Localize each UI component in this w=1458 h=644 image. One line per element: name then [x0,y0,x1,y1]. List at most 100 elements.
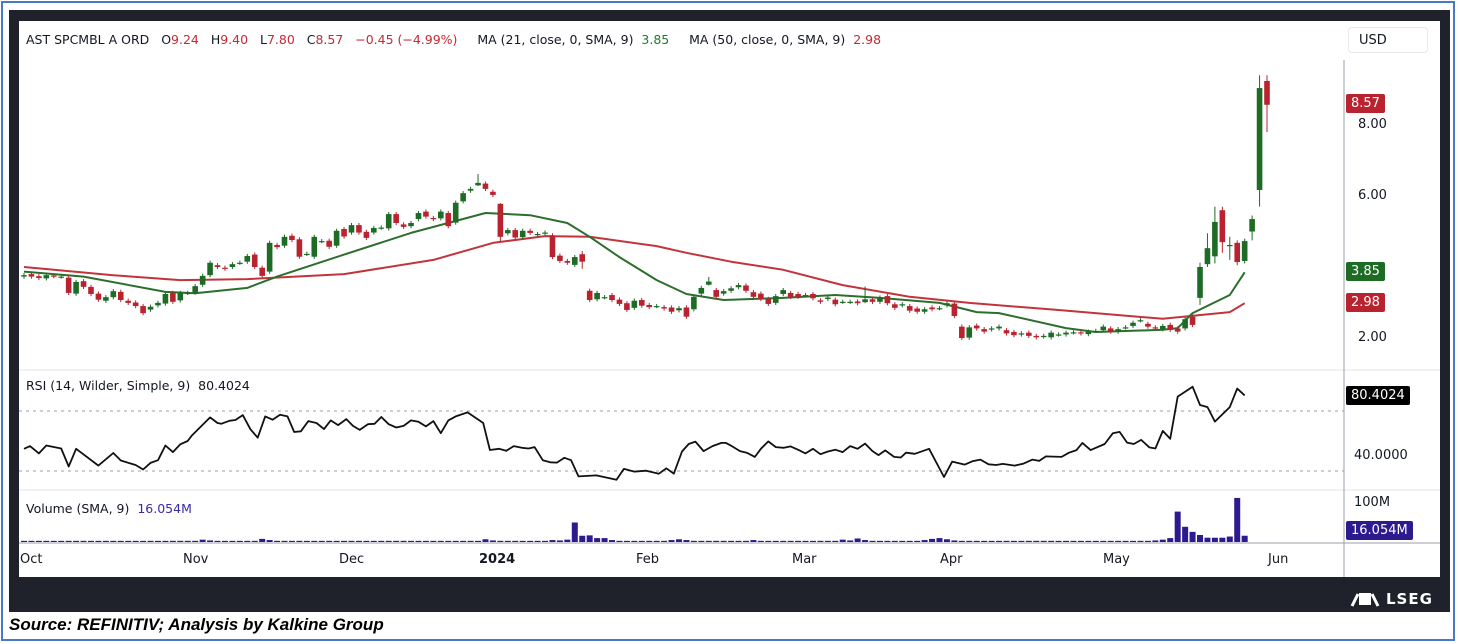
time-label-mar: Mar [792,552,817,567]
volume-bar [958,540,965,542]
ma50-value: 2.98 [853,32,882,47]
candle [318,238,325,244]
candle [356,222,362,235]
candle-body [1189,316,1196,325]
volume-bar [906,540,913,542]
ma50-label[interactable]: MA (50, close, 0, SMA, 9) [689,32,845,47]
volume-label[interactable]: Volume (SMA, 9) [26,501,129,516]
candle-body [423,211,429,217]
candle-body [274,244,280,248]
candle [363,229,370,241]
volume-bar [1167,538,1174,542]
candle-body [400,224,407,227]
candle-body [802,295,809,297]
candle [631,298,638,310]
volume-bar [467,540,474,542]
candle-body [1167,324,1174,330]
candle [854,299,861,306]
candle-body [378,227,385,229]
candle-body [810,293,816,299]
candle-body [28,274,35,277]
volume-bar [1010,540,1017,542]
candle [117,289,124,303]
volume-bar [244,540,251,542]
candle [780,287,786,297]
candle [281,234,288,248]
candle [80,279,87,290]
candle-body [847,301,853,303]
chart-canvas[interactable] [0,0,1458,644]
volume-bar [809,540,816,542]
ma21-label[interactable]: MA (21, close, 0, SMA, 9) [477,32,633,47]
candle-body [743,285,749,291]
pane-separators [19,60,1440,577]
candle-body [117,291,124,301]
candle-body [951,303,958,316]
candle [750,290,757,299]
candle-body [289,235,295,241]
candle-body [616,299,623,304]
candle-body [408,222,414,227]
volume-bar [333,540,340,542]
candle [839,299,846,304]
candle-body [1100,326,1107,331]
rsi-label[interactable]: RSI (14, Wilder, Simple, 9) [26,378,190,393]
candle [616,297,623,307]
volume-bar [266,540,273,542]
source-caption: Source: REFINITIV; Analysis by Kalkine G… [9,615,384,634]
candle-body [542,232,548,234]
volume-bar [400,540,407,542]
candle [564,258,571,265]
candle [1070,330,1077,335]
candle [534,231,541,237]
candle-body [1159,325,1166,330]
candle [959,324,965,341]
candle [1011,329,1017,338]
candle [110,289,117,300]
volume-bar [236,540,243,542]
candle [423,209,429,219]
currency-button[interactable]: USD [1348,27,1428,53]
volume-bar [571,522,578,542]
volume-bar [1025,540,1032,542]
candle-body [110,291,117,298]
candle-body [244,255,251,262]
volume-bar [1211,537,1218,542]
volume-bar [996,540,1003,542]
time-label-2024: 2024 [479,552,516,567]
candle [653,303,660,309]
ma50-price-tag: 2.98 [1346,293,1385,312]
volume-bar [482,539,489,542]
candle-body [586,290,593,301]
volume-bar [1159,539,1166,542]
volume-bar [73,540,80,542]
change-value: −0.45 (−4.99%) [355,32,458,47]
volume-bar [43,540,50,542]
candle [1204,233,1211,267]
time-label-may: May [1103,552,1130,567]
candle-body [519,230,526,238]
candle-body [936,308,943,310]
candle-body [452,202,459,223]
volume-bar [1003,540,1010,542]
candle [348,222,355,235]
candle [571,254,578,267]
candle [482,181,489,192]
candle-body [207,262,213,276]
candle-body [877,297,883,302]
candle-body [58,276,65,278]
volume-bar [1115,540,1122,542]
volume-bar [534,540,541,542]
candle-body [817,300,824,302]
lseg-crest-icon [1350,593,1380,607]
low-value: 7.80 [266,32,295,47]
volume-bar [303,540,310,542]
time-label-nov: Nov [183,552,209,567]
high-value: 9.40 [220,32,249,47]
volume-bar [616,540,623,542]
volume-bar [1182,526,1189,542]
volume-bar [542,540,549,542]
volume-bar [274,540,281,542]
candle-body [445,213,452,227]
rsi-value: 80.4024 [198,378,250,393]
